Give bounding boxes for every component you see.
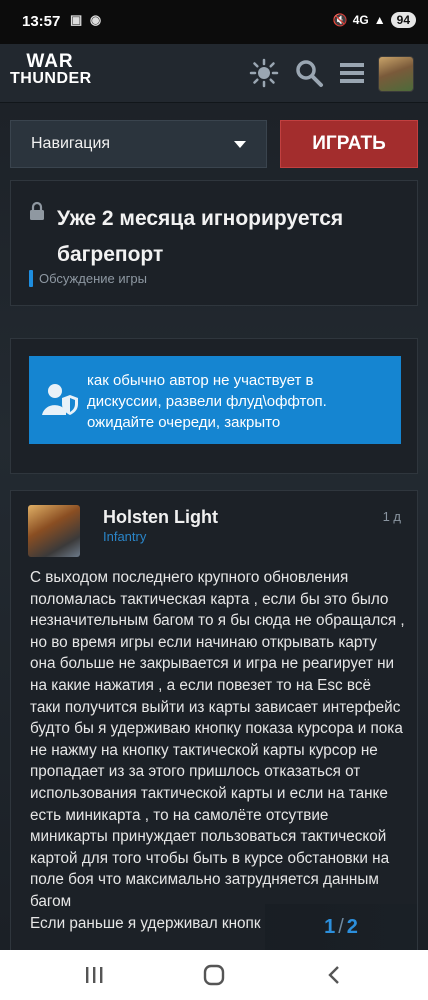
topic-header: Уже 2 месяца игнорируется багрепорт Обсу… (10, 180, 418, 306)
post: Holsten Light Infantry 1 д С выходом пос… (10, 490, 418, 960)
hamburger-menu-icon[interactable] (337, 58, 367, 88)
user-shield-icon (42, 384, 78, 415)
chevron-down-icon (234, 141, 246, 148)
progress-separator: / (338, 916, 344, 938)
status-right: 🔇 4G ▲ 94 (333, 12, 416, 28)
current-user-avatar[interactable] (378, 56, 414, 92)
post-paragraph: С выходом последнего крупного обновления… (30, 569, 405, 910)
signal-icon: ▲ (373, 13, 386, 27)
war-thunder-logo[interactable]: WAR THUNDER (10, 51, 92, 87)
close-notice-card: как обычно автор не участвует в дискусси… (10, 338, 418, 474)
notice-text: как обычно автор не участвует в дискусси… (87, 372, 327, 431)
network-indicator: 4G (352, 13, 369, 27)
status-time: 13:57 (22, 13, 61, 30)
page-title: Уже 2 месяца игнорируется багрепорт (57, 207, 344, 266)
category-color-bar (29, 270, 33, 287)
site-header: WAR THUNDER (0, 44, 428, 103)
post-body: С выходом последнего крупного обновления… (30, 567, 405, 934)
progress-total: 2 (346, 916, 358, 938)
search-icon[interactable] (294, 58, 324, 88)
user-title: Infantry (103, 529, 147, 544)
post-username[interactable]: Holsten Light (103, 507, 218, 528)
back-icon[interactable] (326, 964, 342, 986)
category-badge[interactable]: Обсуждение игры (29, 270, 147, 287)
logo-line1: WAR (26, 51, 74, 72)
home-icon[interactable] (203, 964, 225, 986)
theme-sun-icon[interactable] (249, 58, 279, 88)
lock-icon (30, 201, 44, 220)
battery-badge: 94 (390, 12, 416, 28)
play-button[interactable]: ИГРАТЬ (280, 120, 418, 168)
avatar[interactable] (28, 505, 80, 557)
mute-icon: 🔇 (332, 13, 348, 27)
progress-current: 1 (324, 916, 336, 938)
logo-line2: THUNDER (10, 70, 92, 87)
notification-icons: ▣ ◉ (70, 12, 104, 27)
post-time[interactable]: 1 д (383, 509, 401, 524)
topic-progress[interactable]: 1/2 (265, 904, 417, 950)
status-bar: 13:57 ▣ ◉ 🔇 4G ▲ 94 (0, 0, 428, 44)
navigation-label: Навигация (31, 135, 111, 152)
recent-apps-icon[interactable] (84, 964, 104, 986)
moderator-notice: как обычно автор не участвует в дискусси… (29, 356, 401, 444)
navigation-dropdown[interactable]: Навигация (10, 120, 267, 168)
category-label: Обсуждение игры (39, 271, 147, 286)
android-nav-bar (0, 950, 428, 1000)
